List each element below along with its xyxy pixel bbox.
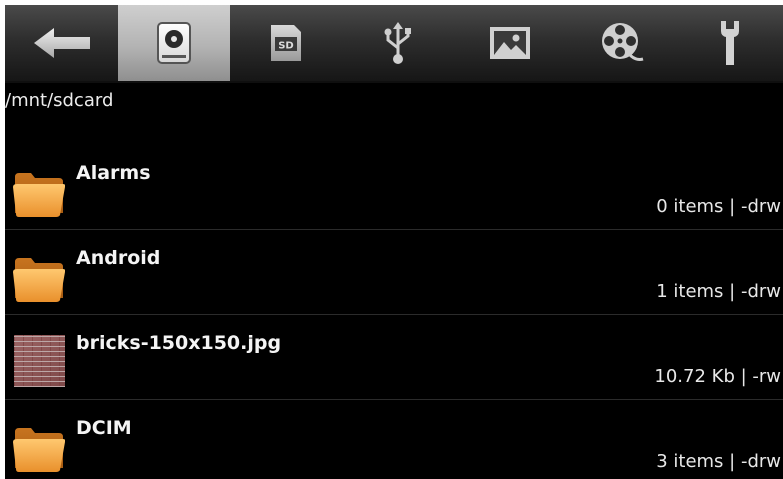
images-button[interactable]: [454, 5, 566, 81]
file-manager-screen: SD /mnt/sdcard Alarms 0 items | -drw And…: [5, 5, 783, 479]
current-path: /mnt/sdcard: [5, 90, 114, 111]
list-item[interactable]: Alarms 0 items | -drw: [5, 145, 783, 230]
file-meta: 10.72 Kb | -rw: [654, 366, 781, 387]
file-name: DCIM: [76, 417, 132, 439]
file-meta: 3 items | -drw: [656, 451, 781, 472]
folder-icon: [13, 428, 65, 472]
file-list: Alarms 0 items | -drw Android 1 items | …: [5, 145, 783, 479]
file-meta: 1 items | -drw: [656, 281, 781, 302]
usb-button[interactable]: [342, 5, 454, 81]
file-meta: 0 items | -drw: [656, 196, 781, 217]
back-arrow-icon: [33, 28, 90, 58]
videos-button[interactable]: [566, 5, 678, 81]
usb-icon: [384, 22, 411, 64]
file-name: bricks-150x150.jpg: [76, 332, 282, 354]
image-icon: [490, 27, 530, 59]
back-button[interactable]: [5, 5, 118, 81]
folder-icon: [13, 173, 65, 217]
list-item[interactable]: bricks-150x150.jpg 10.72 Kb | -rw: [5, 315, 783, 400]
wrench-icon: [721, 21, 739, 65]
svg-text:SD: SD: [278, 41, 294, 52]
image-thumbnail: [14, 335, 65, 387]
film-reel-icon: [602, 23, 644, 61]
tools-button[interactable]: [678, 5, 782, 81]
sd-card-icon: SD: [271, 25, 301, 61]
toolbar: SD: [5, 5, 783, 83]
file-name: Android: [76, 247, 161, 269]
sd-card-button[interactable]: SD: [230, 5, 342, 81]
hard-drive-icon: [157, 22, 191, 64]
file-name: Alarms: [76, 162, 151, 184]
list-item[interactable]: Android 1 items | -drw: [5, 230, 783, 315]
list-item[interactable]: DCIM 3 items | -drw: [5, 400, 783, 479]
internal-storage-button[interactable]: [118, 5, 230, 81]
folder-icon: [13, 258, 65, 302]
